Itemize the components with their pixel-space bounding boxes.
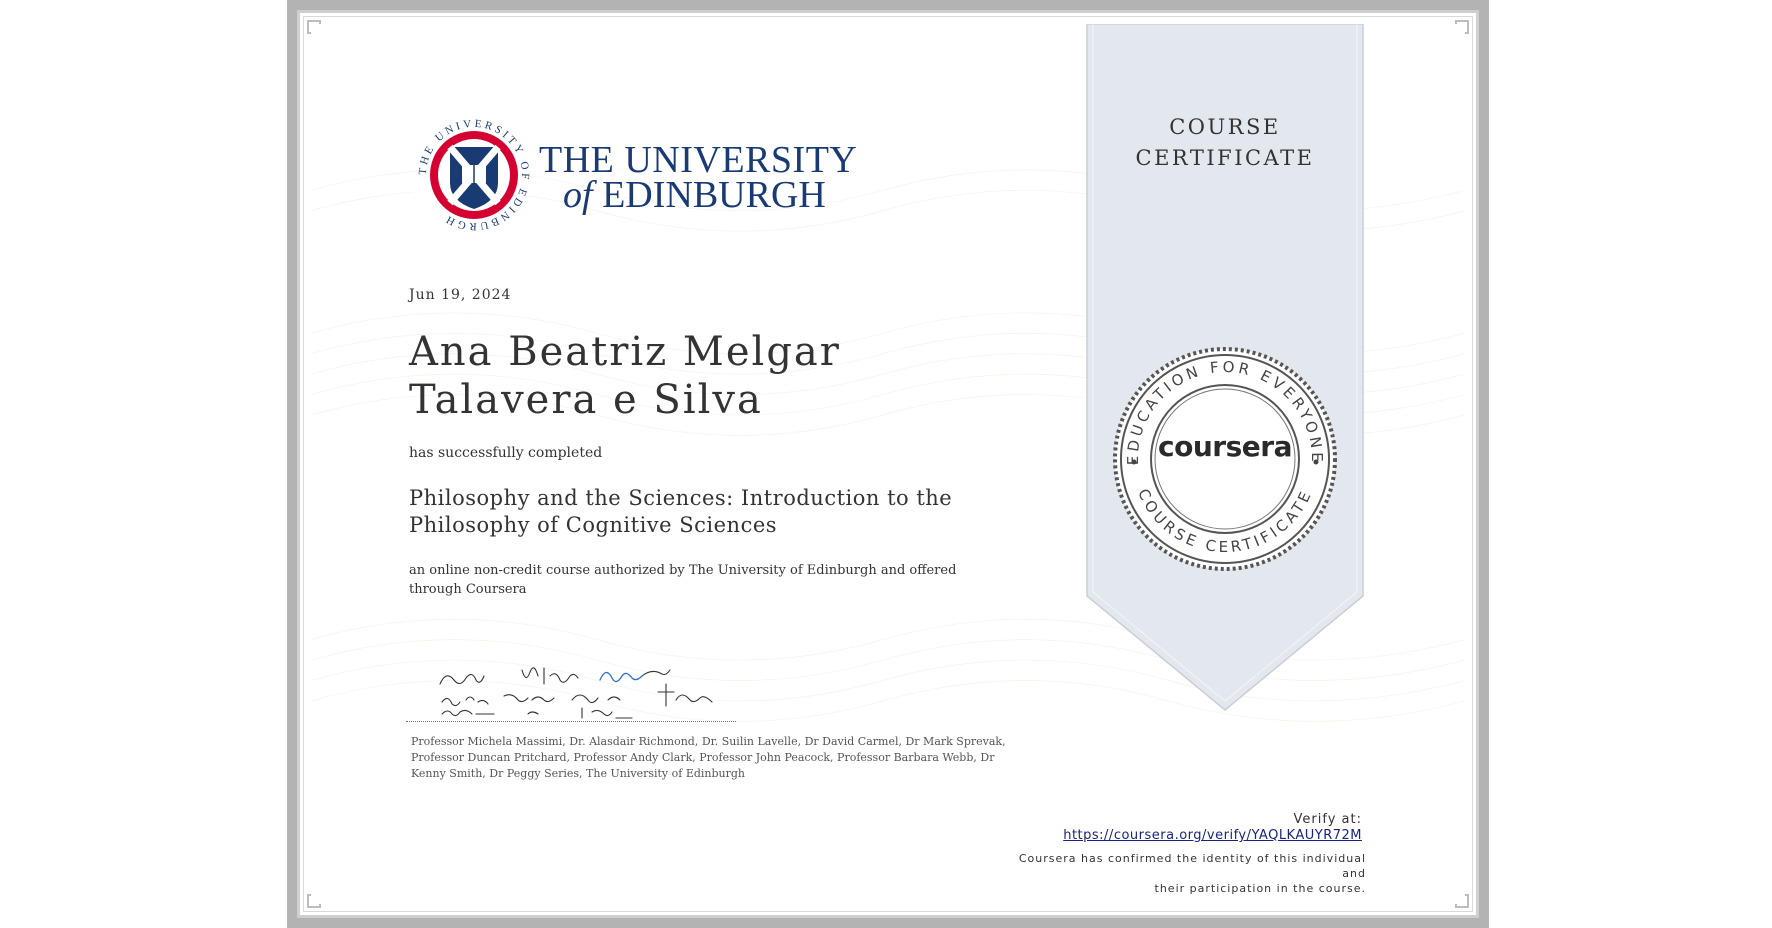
logo-text-name: EDINBURGH: [602, 174, 826, 216]
completion-date: Jun 19, 2024: [409, 287, 512, 303]
completed-text: has successfully completed: [409, 445, 603, 461]
ribbon-title-line2: CERTIFICATE: [1135, 146, 1315, 170]
recipient-name: Ana Beatriz Melgar Talavera e Silva: [409, 329, 841, 423]
identity-confirmation: Coursera has confirmed the identity of t…: [1006, 851, 1366, 896]
signature-rule: [406, 721, 736, 722]
instructor-signatures: [439, 667, 713, 719]
ribbon-title: COURSE CERTIFICATE: [1086, 112, 1364, 174]
coursera-logo-text: coursera: [1158, 430, 1292, 463]
ribbon-title-line1: COURSE: [1169, 115, 1281, 139]
identity-confirmation-line2: their participation in the course.: [1154, 882, 1366, 895]
verify-label: Verify at:: [1293, 812, 1362, 827]
logo-text-edinburgh: of EDINBURGH: [563, 173, 826, 217]
authorization-text: an online non-credit course authorized b…: [409, 563, 957, 597]
course-title: Philosophy and the Sciences: Introductio…: [409, 486, 953, 537]
identity-confirmation-line1: Coursera has confirmed the identity of t…: [1018, 852, 1366, 880]
logo-text-of: of: [563, 174, 593, 216]
university-seal-logo: THE UNIVERSITY OF EDINBURGH: [415, 116, 533, 234]
instructor-names: Professor Michela Massimi, Dr. Alasdair …: [411, 735, 1006, 780]
verify-link[interactable]: https://coursera.org/verify/YAQLKAUYR72M: [1063, 828, 1362, 843]
